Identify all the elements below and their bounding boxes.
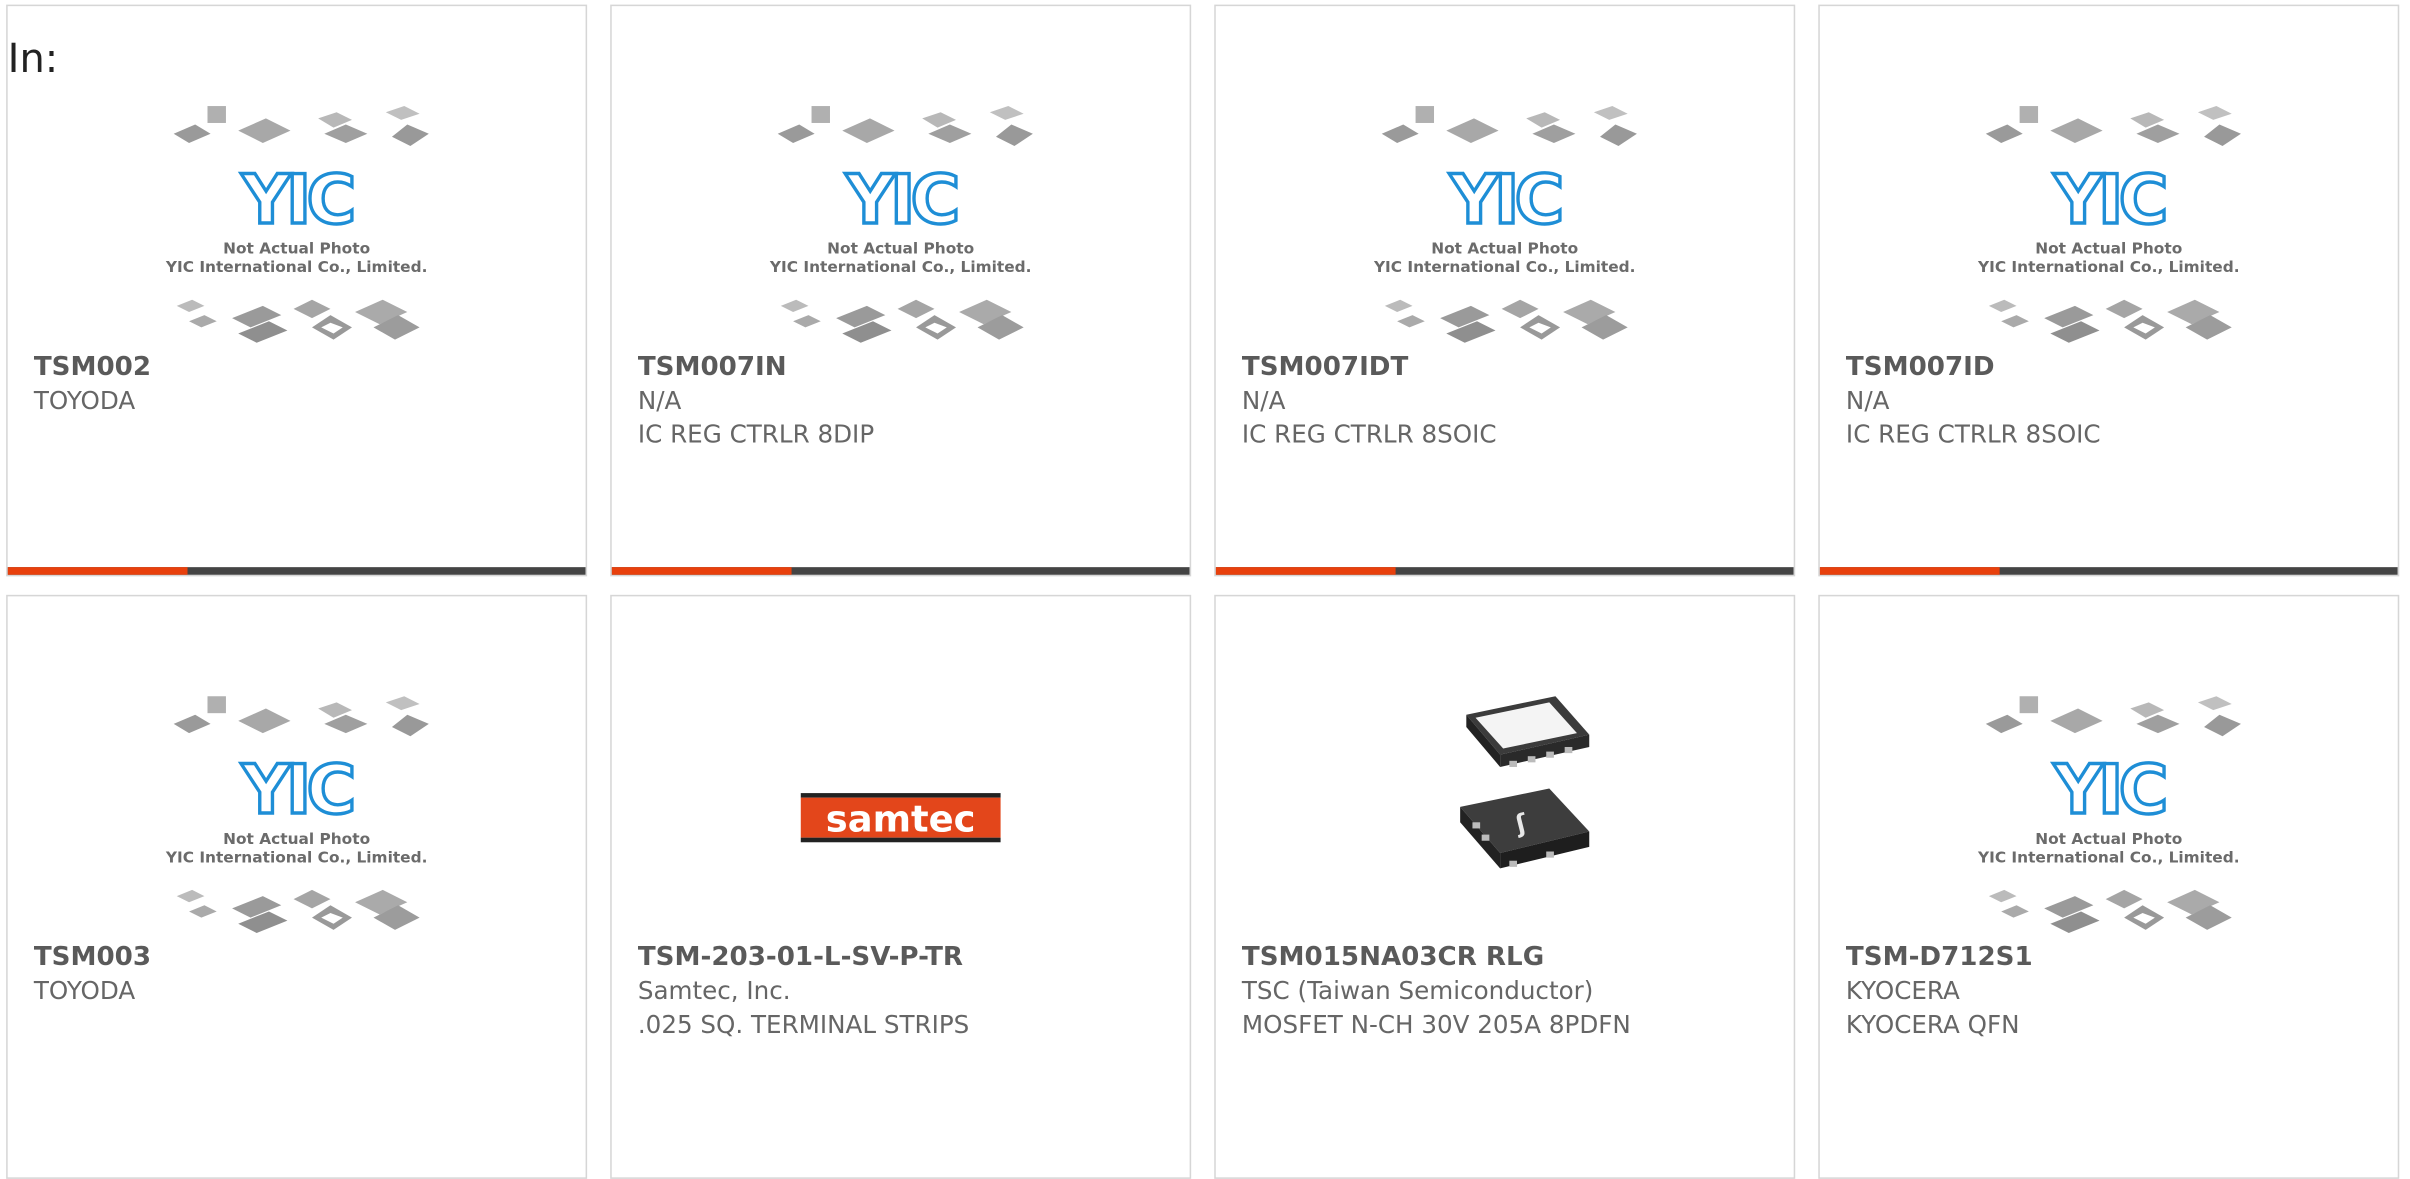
- progress-bar: [1215, 567, 1794, 575]
- svg-text:Not Actual Photo: Not Actual Photo: [827, 240, 974, 258]
- svg-text:YIC International Co., Limited: YIC International Co., Limited.: [769, 258, 1032, 276]
- product-card[interactable]: YIC Not Actual Photo YIC International C…: [6, 4, 588, 577]
- progress-fill: [7, 567, 187, 575]
- product-card[interactable]: YIC Not Actual Photo YIC International C…: [1818, 594, 2400, 1179]
- svg-text:YIC International Co., Limited: YIC International Co., Limited.: [1977, 848, 2240, 866]
- svg-text:Not Actual Photo: Not Actual Photo: [223, 240, 370, 258]
- product-card[interactable]: ʃ TSM015NA03CR RLG TSC (Taiwan Semicondu…: [1214, 594, 1796, 1179]
- progress-fill: [611, 567, 791, 575]
- svg-text:Not Actual Photo: Not Actual Photo: [2035, 830, 2182, 848]
- product-grid: In: YIC Not Actual Photo YIC Internation…: [0, 0, 2410, 1179]
- product-card[interactable]: samtec TSM-203-01-L-SV-P-TR Samtec, Inc.…: [610, 594, 1192, 1179]
- manufacturer: TOYODA: [33, 975, 136, 1006]
- svg-text:YIC: YIC: [241, 750, 353, 829]
- svg-text:Not Actual Photo: Not Actual Photo: [223, 830, 370, 848]
- product-image[interactable]: samtec: [612, 681, 1190, 942]
- pdfn-package-image: ʃ: [1460, 696, 1590, 869]
- description: KYOCERA QFN: [1845, 1009, 2020, 1040]
- progress-fill: [1215, 567, 1395, 575]
- progress-bar: [611, 567, 1190, 575]
- product-card[interactable]: YIC Not Actual Photo YIC International C…: [6, 594, 588, 1179]
- progress-fill: [1819, 567, 1999, 575]
- manufacturer: TSC (Taiwan Semiconductor): [1241, 975, 1594, 1006]
- progress-bar: [1819, 567, 2398, 575]
- description: MOSFET N-CH 30V 205A 8PDFN: [1241, 1009, 1631, 1040]
- part-number[interactable]: TSM002: [34, 350, 570, 384]
- svg-text:YIC: YIC: [1449, 160, 1561, 239]
- part-number[interactable]: TSM003: [34, 941, 570, 975]
- part-number[interactable]: TSM015NA03CR RLG: [1242, 941, 1778, 975]
- manufacturer: N/A: [1845, 385, 1890, 415]
- product-image[interactable]: YIC Not Actual Photo YIC International C…: [1820, 681, 2398, 942]
- description: IC REG CTRLR 8SOIC: [1241, 419, 1497, 449]
- part-number[interactable]: TSM-203-01-L-SV-P-TR: [638, 941, 1174, 975]
- product-image[interactable]: ʃ: [1216, 681, 1794, 942]
- svg-text:YIC: YIC: [241, 160, 353, 239]
- part-number[interactable]: TSM007ID: [1846, 350, 2382, 384]
- part-number[interactable]: TSM-D712S1: [1846, 941, 2382, 975]
- product-image[interactable]: YIC Not Actual Photo YIC International C…: [8, 681, 586, 942]
- product-image[interactable]: YIC Not Actual Photo YIC International C…: [8, 91, 586, 352]
- placeholder-image: YIC Not Actual Photo YIC International C…: [158, 681, 435, 942]
- description: IC REG CTRLR 8DIP: [637, 419, 875, 449]
- description: IC REG CTRLR 8SOIC: [1845, 419, 2101, 449]
- product-card[interactable]: YIC Not Actual Photo YIC International C…: [1214, 4, 1796, 577]
- description: .025 SQ. TERMINAL STRIPS: [637, 1009, 970, 1040]
- placeholder-image: YIC Not Actual Photo YIC International C…: [1970, 91, 2247, 352]
- in-label: In:: [7, 36, 59, 83]
- part-number[interactable]: TSM007IN: [638, 350, 1174, 384]
- svg-text:YIC International Co., Limited: YIC International Co., Limited.: [165, 258, 428, 276]
- svg-text:Not Actual Photo: Not Actual Photo: [2035, 240, 2182, 258]
- product-card[interactable]: YIC Not Actual Photo YIC International C…: [1818, 4, 2400, 577]
- product-image[interactable]: YIC Not Actual Photo YIC International C…: [612, 91, 1190, 352]
- manufacturer: KYOCERA: [1845, 975, 1960, 1006]
- product-card[interactable]: YIC Not Actual Photo YIC International C…: [610, 4, 1192, 577]
- manufacturer: Samtec, Inc.: [637, 975, 791, 1006]
- placeholder-image: YIC Not Actual Photo YIC International C…: [1970, 681, 2247, 942]
- placeholder-image: YIC Not Actual Photo YIC International C…: [762, 91, 1039, 352]
- svg-text:YIC International Co., Limited: YIC International Co., Limited.: [165, 848, 428, 866]
- svg-text:YIC: YIC: [2053, 750, 2165, 829]
- svg-text:YIC: YIC: [845, 160, 957, 239]
- svg-text:Not Actual Photo: Not Actual Photo: [1431, 240, 1578, 258]
- manufacturer: N/A: [1241, 385, 1286, 415]
- svg-text:samtec: samtec: [826, 798, 976, 841]
- svg-text:YIC International Co., Limited: YIC International Co., Limited.: [1977, 258, 2240, 276]
- samtec-logo: samtec: [800, 793, 1001, 843]
- product-image[interactable]: YIC Not Actual Photo YIC International C…: [1820, 91, 2398, 352]
- manufacturer: TOYODA: [33, 385, 136, 415]
- progress-bar: [7, 567, 586, 575]
- svg-text:YIC International Co., Limited: YIC International Co., Limited.: [1373, 258, 1636, 276]
- placeholder-image: YIC Not Actual Photo YIC International C…: [1366, 91, 1643, 352]
- manufacturer: N/A: [637, 385, 682, 415]
- placeholder-image: YIC Not Actual Photo YIC International C…: [158, 91, 435, 352]
- product-image[interactable]: YIC Not Actual Photo YIC International C…: [1216, 91, 1794, 352]
- part-number[interactable]: TSM007IDT: [1242, 350, 1778, 384]
- svg-text:YIC: YIC: [2053, 160, 2165, 239]
